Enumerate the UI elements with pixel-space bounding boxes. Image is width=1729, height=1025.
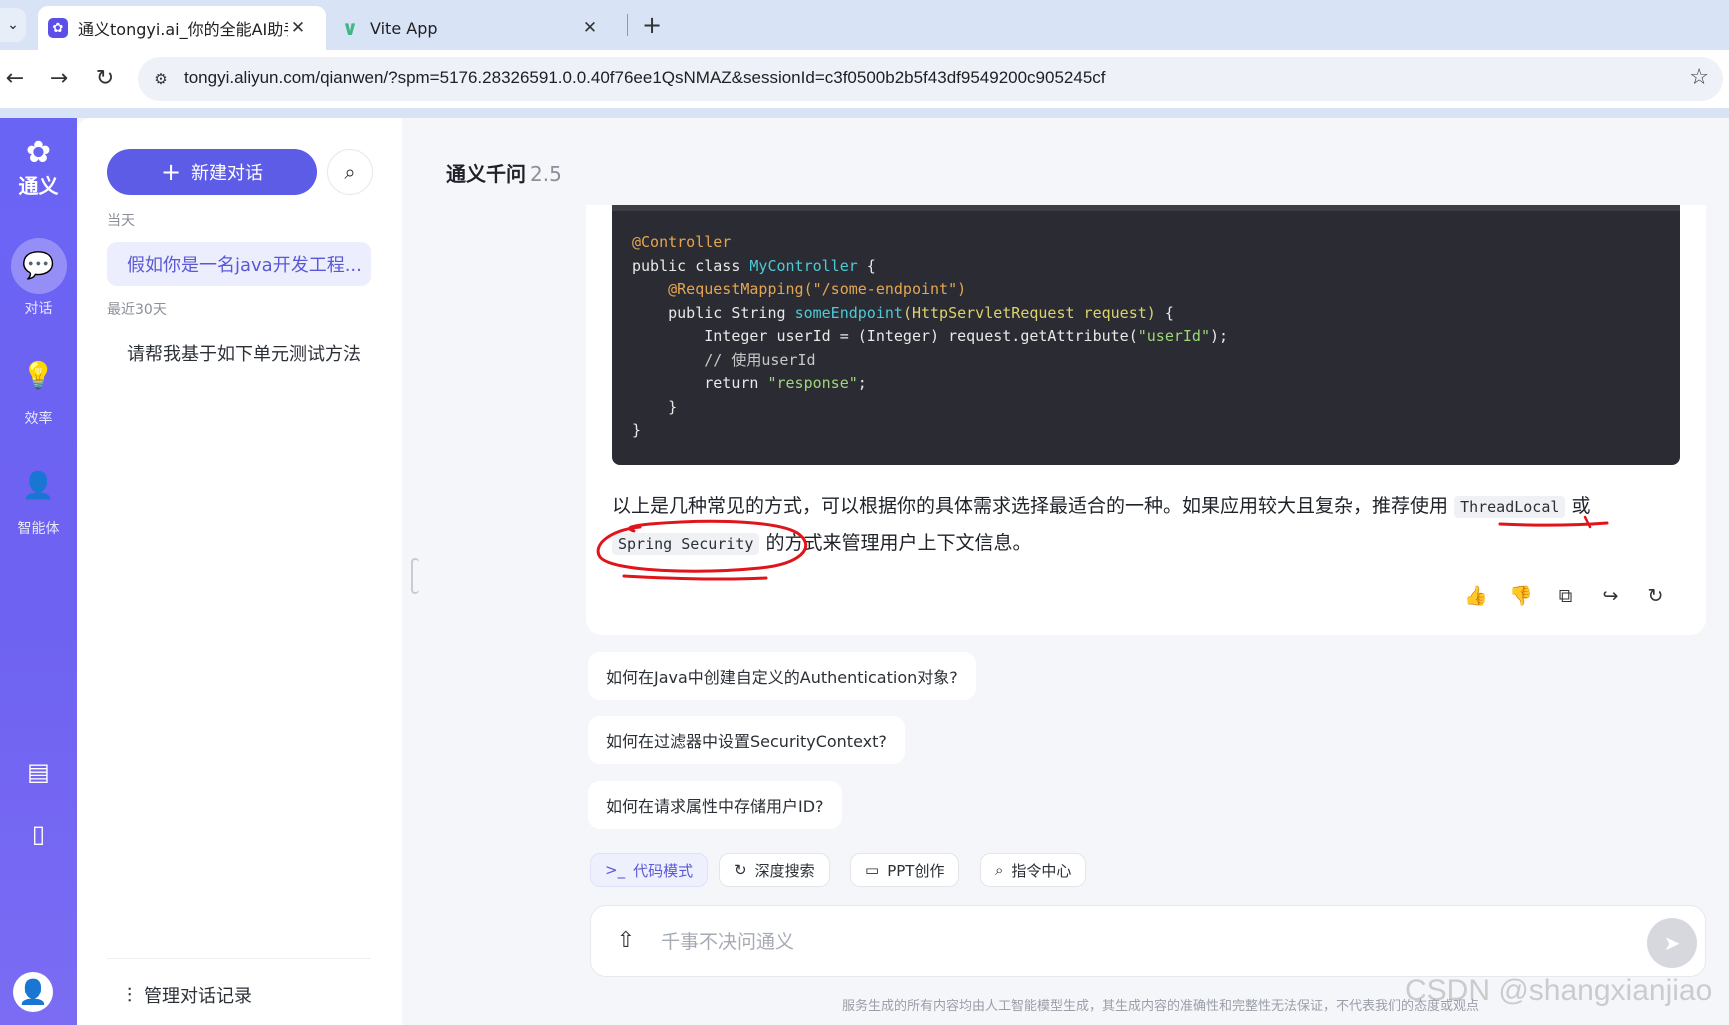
tab-title: Vite App bbox=[370, 18, 438, 38]
send-icon[interactable]: ➤ bbox=[1647, 918, 1697, 968]
answer-text-part: 的方式来管理用户上下文信息。 bbox=[765, 532, 1032, 554]
chat-bubble-icon: 💬 bbox=[10, 238, 67, 294]
group-label-recent: 最近30天 bbox=[107, 302, 167, 318]
thumbs-up-icon[interactable]: 👍 bbox=[1464, 585, 1488, 608]
suggested-question[interactable]: 如何在请求属性中存储用户ID? bbox=[588, 781, 842, 829]
forward-icon[interactable]: → bbox=[44, 64, 74, 94]
search-icon[interactable]: ⌕ bbox=[327, 149, 373, 195]
rail-item-label: 效率 bbox=[24, 411, 53, 427]
back-icon[interactable]: ← bbox=[0, 64, 30, 94]
new-tab-button[interactable]: + bbox=[638, 10, 666, 40]
suggested-question[interactable]: 如何在Java中创建自定义的Authentication对象? bbox=[588, 652, 976, 700]
code-line: } bbox=[632, 397, 678, 416]
sliders-icon: ⫶ bbox=[127, 983, 132, 1007]
code-line: @Controller bbox=[632, 233, 732, 251]
user-avatar-icon[interactable]: 👤 bbox=[13, 972, 53, 1012]
tongyi-logo[interactable]: ✿ 通义 bbox=[0, 138, 77, 199]
answer-text-part: 以上是几种常见的方式，可以根据你的具体需求选择最适合的一种。如果应用较大且复杂，… bbox=[612, 495, 1449, 517]
conversation-item[interactable]: 请帮我基于如下单元测试方法 bbox=[107, 331, 371, 375]
inline-code-spring-security: Spring Security bbox=[612, 533, 760, 555]
site-info-icon[interactable]: ⚙ bbox=[150, 68, 172, 90]
chat-input[interactable] bbox=[661, 924, 1561, 960]
disclaimer-text: 服务生成的所有内容均由人工智能模型生成，其生成内容的准确性和完整性无法保证，不代… bbox=[842, 999, 1480, 1014]
logo-text: 通义 bbox=[18, 174, 59, 198]
tab-divider bbox=[627, 14, 628, 36]
code-content: @Controller public class MyController { … bbox=[632, 231, 1228, 443]
browser-tab-strip: ⌄ ✿ 通义tongyi.ai_你的全能AI助手- ✕ ∨ Vite App ✕… bbox=[0, 0, 1729, 50]
watermark: CSDN @shangxianjiao bbox=[1405, 974, 1713, 1007]
close-tab-icon[interactable]: ✕ bbox=[288, 18, 308, 38]
thumbs-down-icon[interactable]: 👎 bbox=[1509, 585, 1533, 608]
rail-item-agent[interactable]: 👤 智能体 bbox=[0, 458, 77, 538]
code-line: Integer userId = (Integer) request.getAt… bbox=[632, 327, 1229, 345]
code-line: @RequestMapping("/some-endpoint") bbox=[668, 280, 967, 298]
chrome-bottom-strip bbox=[0, 108, 1729, 118]
browser-tab-tongyi[interactable]: ✿ 通义tongyi.ai_你的全能AI助手- ✕ bbox=[38, 6, 326, 50]
url-input[interactable]: ⚙ tongyi.aliyun.com/qianwen/?spm=5176.28… bbox=[138, 57, 1723, 101]
tab-title: 通义tongyi.ai_你的全能AI助手- bbox=[78, 20, 288, 39]
code-line: public String someEndpoint(HttpServletRe… bbox=[632, 303, 1174, 322]
share-icon[interactable]: ↪ bbox=[1599, 585, 1622, 608]
conversation-item[interactable]: 假如你是一名java开发工程... bbox=[107, 242, 371, 286]
chip-label: 指令中心 bbox=[1011, 861, 1072, 880]
chip-code-mode[interactable]: >_ 代码模式 bbox=[590, 853, 709, 887]
ppt-icon: ▭ bbox=[865, 861, 880, 879]
new-chat-label: 新建对话 bbox=[191, 163, 264, 184]
divider bbox=[107, 958, 371, 959]
lightbulb-icon: 💡 bbox=[22, 361, 55, 391]
suggested-question[interactable]: 如何在过滤器中设置SecurityContext? bbox=[588, 716, 905, 764]
reload-icon[interactable]: ↻ bbox=[90, 64, 120, 94]
chip-label: 代码模式 bbox=[633, 861, 694, 880]
tongyi-logo-icon: ✿ bbox=[48, 18, 68, 38]
app-rail: ✿ 通义 💬 对话 💡 效率 👤 智能体 ▤ ▯ 👤 bbox=[0, 118, 77, 1025]
code-line: } bbox=[632, 421, 642, 439]
new-chat-button[interactable]: + 新建对话 bbox=[107, 149, 317, 195]
answer-paragraph: 以上是几种常见的方式，可以根据你的具体需求选择最适合的一种。如果应用较大且复杂，… bbox=[612, 488, 1687, 562]
code-line: return "response"; bbox=[632, 374, 867, 392]
agent-icon: 👤 bbox=[22, 471, 55, 501]
answer-text-part: 或 bbox=[1571, 495, 1591, 517]
model-name: 通义千问 bbox=[446, 162, 526, 186]
tab-search-menu-icon[interactable]: ⌄ bbox=[0, 8, 26, 42]
page-title: 通义千问 2.5 bbox=[446, 158, 562, 187]
chip-command-center[interactable]: ⌕ 指令中心 bbox=[980, 853, 1087, 887]
chat-input-box: ⇧ ➤ bbox=[590, 905, 1706, 977]
rail-item-label: 智能体 bbox=[17, 521, 60, 537]
rail-item-efficiency[interactable]: 💡 效率 bbox=[0, 348, 77, 428]
terminal-icon: >_ bbox=[605, 861, 626, 879]
address-bar: ← → ↻ ⚙ tongyi.aliyun.com/qianwen/?spm=5… bbox=[0, 50, 1729, 108]
rail-item-label: 对话 bbox=[24, 301, 53, 317]
chip-label: 深度搜索 bbox=[754, 861, 815, 880]
conversation-list-panel: + 新建对话 ⌕ 当天 假如你是一名java开发工程... 最近30天 请帮我基… bbox=[77, 118, 402, 1025]
url-text: tongyi.aliyun.com/qianwen/?spm=5176.2832… bbox=[184, 68, 1106, 87]
code-block: @Controller public class MyController { … bbox=[612, 205, 1680, 465]
command-icon: ⌕ bbox=[995, 861, 1004, 879]
group-label-today: 当天 bbox=[107, 213, 135, 229]
regenerate-icon[interactable]: ↻ bbox=[1644, 585, 1667, 608]
mobile-icon[interactable]: ▯ bbox=[0, 820, 77, 848]
manage-history-label: 管理对话记录 bbox=[144, 986, 252, 1007]
close-tab-icon[interactable]: ✕ bbox=[580, 18, 600, 38]
collapse-sidebar-handle[interactable] bbox=[411, 558, 419, 594]
tongyi-logo-icon: ✿ bbox=[25, 135, 52, 170]
upload-icon[interactable]: ⇧ bbox=[613, 928, 639, 954]
vite-logo-icon: ∨ bbox=[341, 16, 359, 40]
document-icon[interactable]: ▤ bbox=[0, 758, 77, 786]
browser-tab-vite[interactable]: ∨ Vite App ✕ bbox=[330, 6, 620, 50]
chip-label: PPT创作 bbox=[887, 861, 945, 880]
chip-deep-search[interactable]: ↻ 深度搜索 bbox=[719, 853, 830, 887]
plus-icon: + bbox=[160, 158, 182, 186]
copy-icon[interactable]: ⧉ bbox=[1554, 585, 1577, 608]
code-line: public class MyController { bbox=[632, 256, 876, 275]
answer-actions: 👍 👎 ⧉ ↪ ↻ bbox=[1464, 585, 1667, 608]
manage-history-button[interactable]: ⫶ 管理对话记录 bbox=[127, 982, 252, 1008]
chip-ppt[interactable]: ▭ PPT创作 bbox=[850, 853, 960, 887]
model-version: 2.5 bbox=[530, 162, 562, 186]
deep-search-icon: ↻ bbox=[734, 861, 747, 879]
inline-code-threadlocal: ThreadLocal bbox=[1454, 496, 1566, 518]
bookmark-star-icon[interactable]: ☆ bbox=[1689, 65, 1709, 90]
code-line: // 使用userId bbox=[704, 350, 816, 369]
rail-item-chat[interactable]: 💬 对话 bbox=[0, 238, 77, 318]
